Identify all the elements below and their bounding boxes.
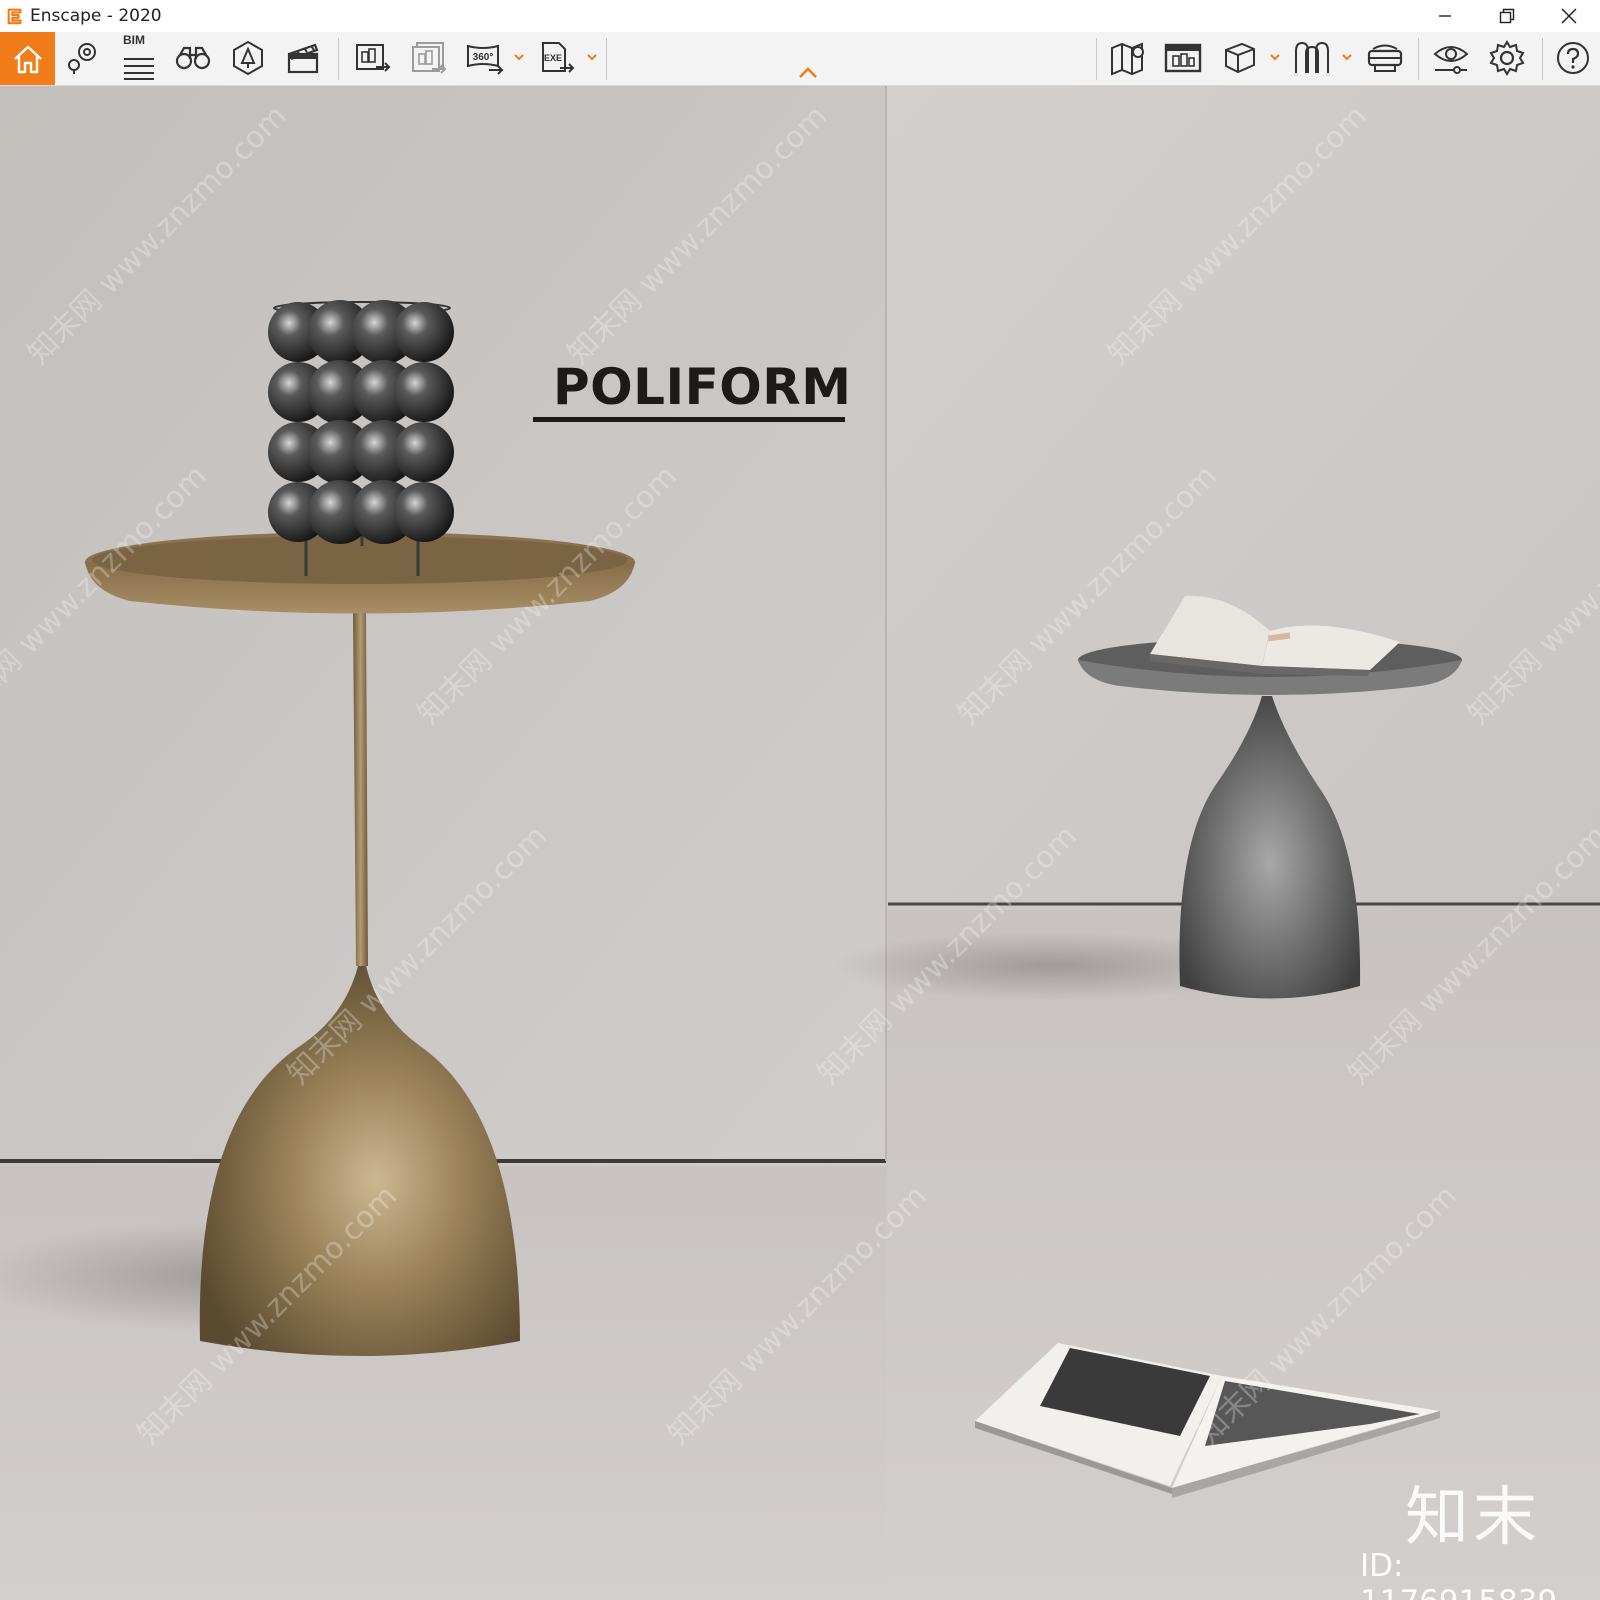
toolbar-separator xyxy=(1096,38,1097,80)
views-icon xyxy=(1164,43,1202,73)
walk-mode-button[interactable] xyxy=(170,35,216,81)
close-button[interactable] xyxy=(1538,0,1600,32)
collapse-toolbar-icon[interactable] xyxy=(798,66,818,80)
export-360-label: 360° xyxy=(473,52,494,63)
chevron-down-icon[interactable] xyxy=(1268,50,1282,64)
clapperboard-icon xyxy=(287,43,319,74)
binoculars-icon xyxy=(175,46,211,70)
lamp-ball xyxy=(394,482,454,542)
map-icon xyxy=(1111,42,1144,76)
people-icon xyxy=(1295,41,1329,73)
vr-headset-icon xyxy=(1367,44,1403,72)
lamp-ball xyxy=(394,302,454,362)
export-360-button[interactable]: 360° xyxy=(462,35,508,81)
enscape-logo-icon xyxy=(7,8,22,25)
screenshot-button[interactable] xyxy=(350,35,396,81)
minimize-button[interactable] xyxy=(1414,0,1476,32)
home-button[interactable] xyxy=(0,32,55,85)
visual-settings-button[interactable] xyxy=(1428,35,1474,81)
export-360-icon: 360° xyxy=(467,44,504,75)
video-editor-button[interactable] xyxy=(280,35,326,81)
map-pin-icon xyxy=(68,43,96,74)
lamp-ball xyxy=(394,422,454,482)
close-icon xyxy=(1561,8,1577,24)
toolbar-separator xyxy=(606,38,607,80)
gear-icon xyxy=(1489,40,1525,76)
asset-library-icon xyxy=(233,40,263,76)
toolbar-separator xyxy=(1542,38,1543,80)
title-bar: Enscape - 2020 xyxy=(0,0,1600,32)
bim-button[interactable]: BIM xyxy=(114,33,160,81)
view-management-button[interactable] xyxy=(60,35,106,81)
restore-button[interactable] xyxy=(1476,0,1538,32)
export-exe-button[interactable]: EXE xyxy=(534,35,580,81)
map-button[interactable] xyxy=(1106,35,1152,81)
cube-icon xyxy=(1225,42,1255,74)
bim-list-icon xyxy=(124,58,154,80)
export-image-icon xyxy=(356,44,391,72)
export-exe-icon: EXE xyxy=(542,42,575,73)
window-title: Enscape - 2020 xyxy=(30,6,162,26)
brand-label: POLIFORM xyxy=(553,358,852,416)
toolbar-separator xyxy=(1418,38,1419,80)
vr-headset-button[interactable] xyxy=(1362,35,1408,81)
views-button[interactable] xyxy=(1160,35,1206,81)
brand-underline xyxy=(533,417,845,422)
enscape-toolbar: BIM 360° EXE xyxy=(0,32,1600,86)
lamp-ball xyxy=(394,362,454,422)
people-button[interactable] xyxy=(1288,35,1334,81)
batch-render-button[interactable] xyxy=(406,35,452,81)
home-icon xyxy=(13,45,42,73)
help-icon xyxy=(1557,42,1589,74)
render-viewport[interactable]: POLIFORM 知末网 www.znzmo.com 知末网 www.znzmo.… xyxy=(0,86,1600,1600)
bim-label: BIM xyxy=(123,33,145,47)
batch-export-icon xyxy=(412,42,447,74)
toolbar-separator xyxy=(338,38,339,80)
export-exe-label: EXE xyxy=(544,53,562,63)
orthographic-button[interactable] xyxy=(1216,35,1262,81)
chevron-down-icon[interactable] xyxy=(585,50,599,64)
eye-settings-icon xyxy=(1433,46,1469,74)
restore-icon xyxy=(1499,8,1515,24)
chevron-down-icon[interactable] xyxy=(512,50,526,64)
help-button[interactable] xyxy=(1550,35,1596,81)
general-settings-button[interactable] xyxy=(1484,35,1530,81)
watermark-id: ID: 1176915839 xyxy=(1360,1548,1557,1600)
asset-library-button[interactable] xyxy=(225,35,271,81)
watermark-logo: 知末 xyxy=(1405,1481,1541,1555)
chevron-down-icon[interactable] xyxy=(1340,50,1354,64)
rendered-scene xyxy=(0,86,1600,1600)
minimize-icon xyxy=(1439,15,1451,17)
